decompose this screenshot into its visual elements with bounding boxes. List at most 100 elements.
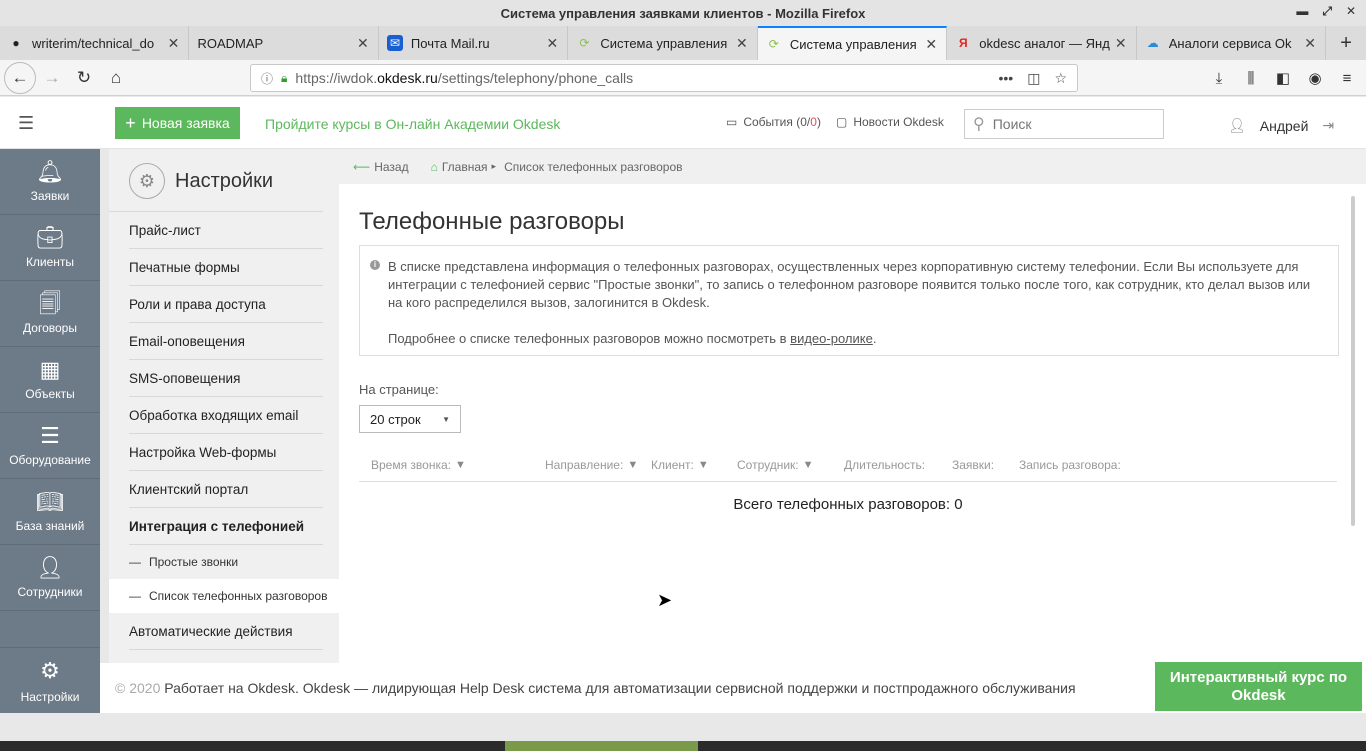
- github-icon: ●: [12, 36, 20, 50]
- tab-close-icon[interactable]: ✕: [1303, 35, 1317, 52]
- menu-client-portal[interactable]: Клиентский портал: [129, 471, 323, 508]
- reload-button[interactable]: ↻: [68, 62, 100, 94]
- nav-contracts[interactable]: 🗐 Договоры: [0, 281, 100, 347]
- tab-yandex[interactable]: Я okdesc аналог — Янд ✕: [947, 26, 1137, 60]
- tab-close-icon[interactable]: ✕: [545, 35, 559, 52]
- bookmark-star-icon[interactable]: ☆: [1054, 70, 1067, 87]
- search-input[interactable]: [992, 116, 1143, 132]
- submenu-phone-calls-list[interactable]: — Список телефонных разговоров: [109, 579, 339, 613]
- news-link[interactable]: ▢ Новости Okdesk: [836, 115, 944, 129]
- column-employee[interactable]: Сотрудник: ▼: [737, 458, 814, 472]
- tab-roadmap[interactable]: ROADMAP ✕: [189, 26, 379, 60]
- filter-icon[interactable]: ▼: [803, 459, 814, 471]
- account-icon[interactable]: ◉: [1304, 69, 1326, 87]
- sidebar-icon[interactable]: ◧: [1272, 69, 1294, 87]
- menu-messengers[interactable]: Интеграция с мессенджерами: [129, 650, 323, 663]
- scrollbar-thumb[interactable]: [1351, 196, 1355, 526]
- interactive-course-button[interactable]: Интерактивный курс по Okdesk: [1153, 660, 1364, 713]
- main-content: Телефонные разговоры i В списке представ…: [339, 184, 1351, 663]
- page-scrollbar[interactable]: [1351, 184, 1366, 663]
- tab-close-icon[interactable]: ✕: [356, 35, 370, 52]
- okdesk-icon: ⟳: [579, 36, 590, 50]
- tab-analogs[interactable]: ☁ Аналоги сервиса Ok ✕: [1137, 26, 1327, 60]
- building-icon: ▦: [39, 356, 61, 382]
- menu-roles[interactable]: Роли и права доступа: [129, 286, 323, 323]
- home-button[interactable]: ⌂: [100, 62, 132, 94]
- breadcrumb-back[interactable]: ⟵ Назад: [353, 160, 409, 174]
- new-tab-button[interactable]: +: [1326, 26, 1366, 60]
- menu-icon[interactable]: ≡: [1336, 70, 1358, 87]
- window-title: Система управления заявками клиентов - M…: [500, 5, 866, 21]
- academy-link[interactable]: Пройдите курсы в Он-лайн Академии Okdesk: [265, 116, 560, 132]
- hamburger-icon[interactable]: ☰: [18, 113, 34, 134]
- nav-requests[interactable]: 🔔︎ Заявки: [0, 149, 100, 215]
- pocket-icon[interactable]: ◫: [1027, 70, 1040, 87]
- caret-down-icon: ▼: [442, 414, 450, 424]
- settings-menu-header: ⚙ Настройки: [109, 149, 323, 212]
- tab-close-icon[interactable]: ✕: [924, 36, 938, 53]
- new-request-button[interactable]: + Новая заявка: [115, 107, 240, 139]
- filter-icon[interactable]: ▼: [627, 459, 638, 471]
- news-icon: ▢: [836, 115, 848, 129]
- menu-sms-notifications[interactable]: SMS-оповещения: [129, 360, 323, 397]
- nav-objects[interactable]: ▦ Объекты: [0, 347, 100, 413]
- per-page-select[interactable]: 20 строк ▼: [359, 405, 461, 433]
- tab-mail[interactable]: ✉ Почта Mail.ru ✕: [379, 26, 569, 60]
- tab-github[interactable]: ● writerim/technical_do ✕: [0, 26, 190, 60]
- minimize-icon[interactable]: ▬: [1296, 4, 1308, 19]
- filter-icon[interactable]: ▼: [698, 459, 709, 471]
- chat-icon: ▭: [726, 115, 738, 129]
- nav-settings[interactable]: ⚙ Настройки: [0, 647, 100, 713]
- search-box[interactable]: ⚲: [964, 109, 1164, 139]
- menu-web-form[interactable]: Настройка Web-формы: [129, 434, 323, 471]
- nav-knowledge-base[interactable]: 📖︎ База знаний: [0, 479, 100, 545]
- footer-text: © 2020 Работает на Okdesk. Okdesk — лиди…: [115, 680, 1076, 696]
- per-page-label: На странице:: [359, 382, 439, 397]
- briefcase-icon: 💼︎: [36, 224, 64, 250]
- taskbar-active-window[interactable]: [505, 741, 698, 751]
- nav-equipment[interactable]: ☰ Оборудование: [0, 413, 100, 479]
- menu-email-notifications[interactable]: Email-оповещения: [129, 323, 323, 360]
- tab-strip: ● writerim/technical_do ✕ ROADMAP ✕ ✉ По…: [0, 26, 1366, 60]
- mouse-cursor-icon: ➤: [657, 590, 673, 610]
- url-text[interactable]: https://iwdok.okdesk.ru/settings/telepho…: [295, 70, 998, 86]
- okdesk-icon: ⟳: [768, 37, 779, 51]
- library-icon[interactable]: ⫼: [1240, 70, 1262, 87]
- browser-toolbar: ← → ↻ ⌂ ⓘ 🔒︎ https://iwdok.okdesk.ru/set…: [0, 60, 1366, 96]
- column-client[interactable]: Клиент: ▼: [651, 458, 709, 472]
- menu-automatic-actions[interactable]: Автоматические действия: [129, 613, 323, 650]
- menu-price-list[interactable]: Прайс-лист: [129, 212, 323, 249]
- menu-incoming-email[interactable]: Обработка входящих email: [129, 397, 323, 434]
- breadcrumb-home[interactable]: ⌂ Главная ▸: [431, 160, 496, 174]
- tab-close-icon[interactable]: ✕: [1114, 35, 1128, 52]
- user-menu[interactable]: 👤︎ Андрей ⇥: [1228, 117, 1334, 134]
- nav-employees[interactable]: 👤︎ Сотрудники: [0, 545, 100, 611]
- tab-close-icon[interactable]: ✕: [166, 35, 180, 52]
- column-direction[interactable]: Направление: ▼: [545, 458, 638, 472]
- page-actions-icon[interactable]: •••: [998, 70, 1013, 87]
- yandex-icon: Я: [958, 36, 968, 50]
- forward-button[interactable]: →: [36, 62, 68, 94]
- back-button[interactable]: ←: [4, 61, 36, 94]
- restore-icon[interactable]: ⤢: [1322, 4, 1332, 19]
- bell-icon: 🔔︎: [36, 158, 64, 184]
- lock-icon: 🔒︎: [281, 70, 288, 85]
- column-call-time[interactable]: Время звонка: ▼: [371, 458, 466, 472]
- tab-okdesk-1[interactable]: ⟳ Система управления ✕: [568, 26, 758, 60]
- tab-close-icon[interactable]: ✕: [735, 35, 749, 52]
- tab-okdesk-active[interactable]: ⟳ Система управления ✕: [757, 26, 948, 60]
- video-link[interactable]: видео-ролике: [790, 331, 873, 346]
- logout-icon[interactable]: ⇥: [1322, 117, 1334, 134]
- mail-icon: ✉: [386, 35, 403, 51]
- nav-clients[interactable]: 💼︎ Клиенты: [0, 215, 100, 281]
- close-window-icon[interactable]: ✕: [1346, 4, 1356, 19]
- events-link[interactable]: ▭ События (0/0): [726, 115, 821, 129]
- menu-print-forms[interactable]: Печатные формы: [129, 249, 323, 286]
- menu-telephony[interactable]: Интеграция с телефонией: [129, 508, 323, 545]
- submenu-simple-calls[interactable]: — Простые звонки: [109, 545, 339, 579]
- url-bar[interactable]: ⓘ 🔒︎ https://iwdok.okdesk.ru/settings/te…: [250, 64, 1078, 92]
- info-icon[interactable]: ⓘ: [261, 70, 273, 87]
- filter-icon[interactable]: ▼: [455, 459, 466, 471]
- download-icon[interactable]: ⤓: [1208, 70, 1230, 87]
- gear-icon: ⚙: [40, 657, 60, 683]
